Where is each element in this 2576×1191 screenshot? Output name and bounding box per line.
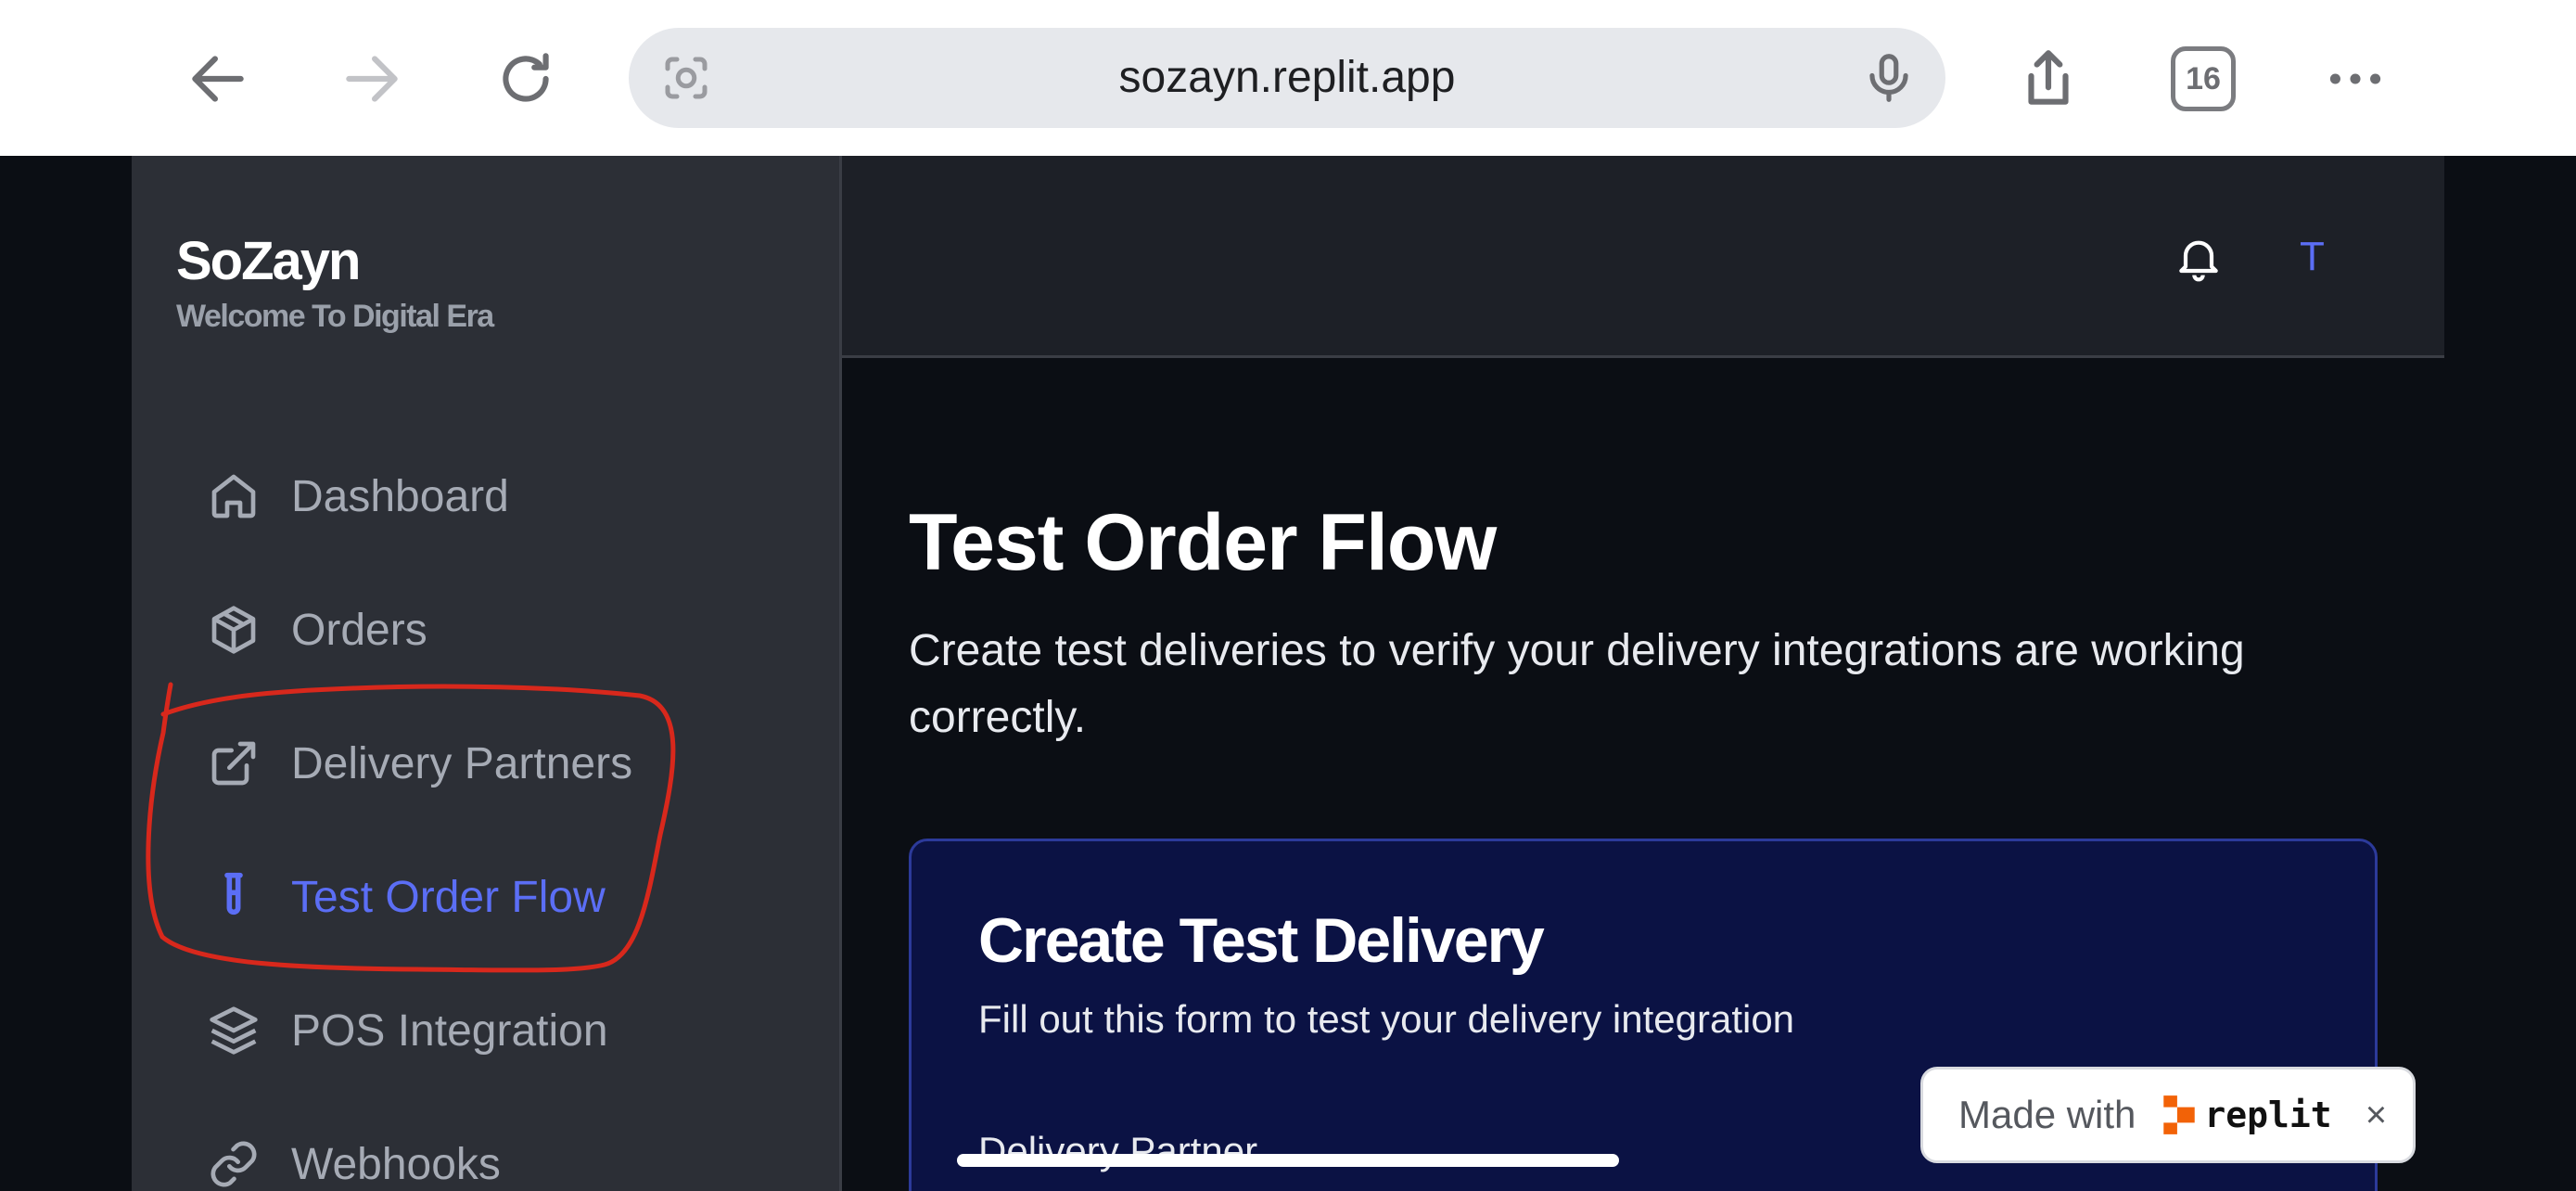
microphone-icon[interactable] xyxy=(1860,46,1918,109)
sidebar-item-label: POS Integration xyxy=(291,1005,608,1056)
replit-logo-icon xyxy=(2163,1095,2196,1134)
test-tube-icon xyxy=(206,869,261,925)
tabs-button[interactable]: 16 xyxy=(2171,46,2236,111)
more-dots-icon xyxy=(2329,73,2381,84)
home-icon xyxy=(206,468,261,524)
back-button[interactable] xyxy=(176,37,260,121)
sidebar-item-pos-integration[interactable]: POS Integration xyxy=(206,980,799,1082)
link-icon xyxy=(206,1136,261,1191)
brand-subtitle: Welcome To Digital Era xyxy=(176,299,494,334)
top-header: T xyxy=(842,156,2444,358)
brand-title: SoZayn xyxy=(176,231,361,291)
sidebar-item-dashboard[interactable]: Dashboard xyxy=(206,445,799,547)
more-button[interactable] xyxy=(2314,37,2397,121)
share-icon xyxy=(2028,50,2069,105)
forward-button[interactable] xyxy=(330,37,414,121)
layers-icon xyxy=(206,1003,261,1058)
app-container: SoZayn Welcome To Digital Era Dashboard … xyxy=(132,156,2444,1191)
browser-toolbar: sozayn.replit.app 16 xyxy=(0,0,2576,156)
sidebar-item-label: Dashboard xyxy=(291,471,509,521)
page-description: Create test deliveries to verify your de… xyxy=(909,626,2245,742)
package-icon xyxy=(206,602,261,658)
avatar[interactable]: T xyxy=(2300,234,2325,280)
address-url: sozayn.replit.app xyxy=(1118,53,1456,102)
sidebar-item-label: Webhooks xyxy=(291,1139,501,1189)
sidebar-item-test-order-flow[interactable]: Test Order Flow xyxy=(206,846,799,948)
address-bar[interactable]: sozayn.replit.app xyxy=(629,28,1945,128)
reload-button[interactable] xyxy=(484,37,567,121)
sidebar-item-label: Test Order Flow xyxy=(291,872,606,922)
page-title: Test Order Flow xyxy=(909,498,1497,587)
external-link-icon xyxy=(206,736,261,791)
arrow-left-icon xyxy=(192,56,244,102)
sidebar-item-label: Delivery Partners xyxy=(291,738,633,788)
card-title: Create Test Delivery xyxy=(978,905,1545,976)
home-indicator xyxy=(957,1154,1619,1167)
arrow-right-icon xyxy=(346,56,398,102)
badge-made-with: Made with xyxy=(1958,1093,2136,1136)
sidebar-item-orders[interactable]: Orders xyxy=(206,579,799,681)
reload-icon xyxy=(503,53,549,102)
sidebar-item-delivery-partners[interactable]: Delivery Partners xyxy=(206,712,799,814)
badge-brand: replit xyxy=(2204,1095,2332,1135)
close-icon[interactable]: × xyxy=(2366,1095,2387,1136)
sidebar-item-label: Orders xyxy=(291,605,427,655)
bell-icon[interactable] xyxy=(2173,230,2225,286)
sidebar: SoZayn Welcome To Digital Era Dashboard … xyxy=(132,156,842,1191)
sidebar-item-webhooks[interactable]: Webhooks xyxy=(206,1113,799,1191)
replit-badge[interactable]: Made with replit × xyxy=(1920,1067,2416,1163)
share-button[interactable] xyxy=(2007,37,2090,121)
card-subtitle: Fill out this form to test your delivery… xyxy=(978,997,1795,1041)
